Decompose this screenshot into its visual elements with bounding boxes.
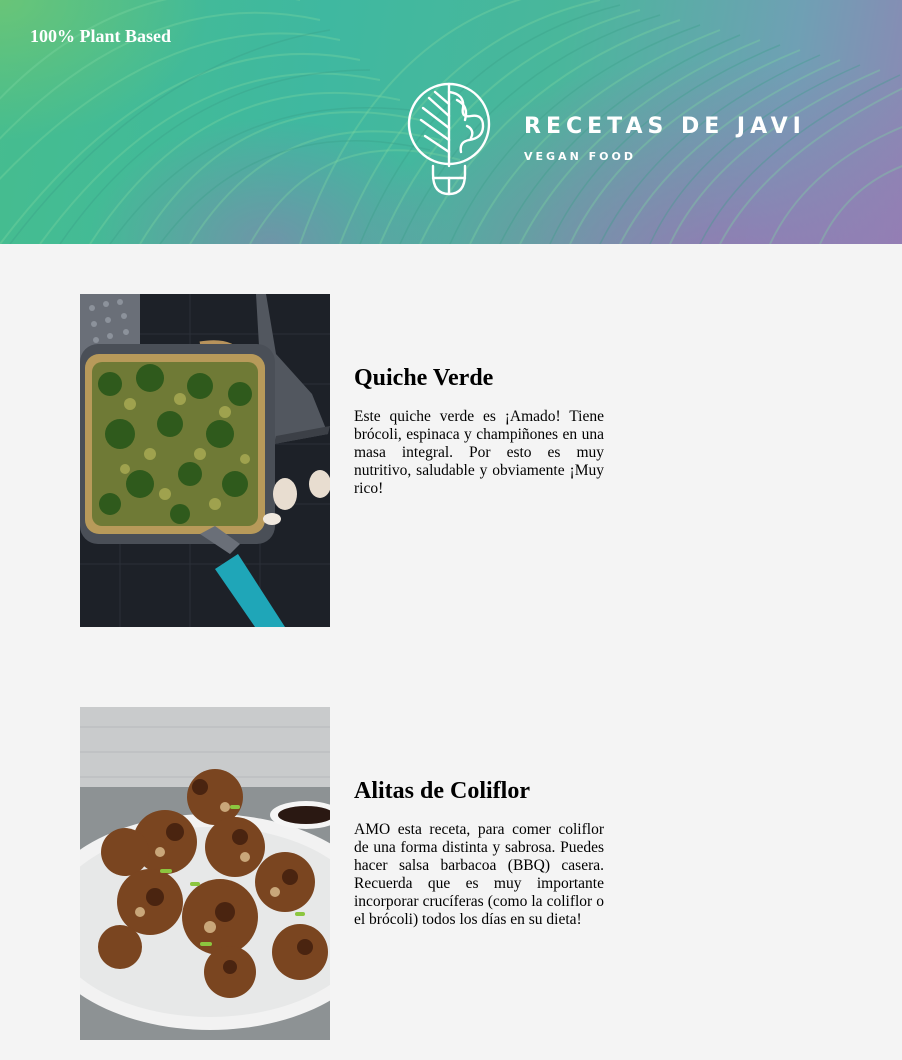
recipe-title[interactable]: Alitas de Coliflor xyxy=(354,777,604,805)
quiche-photo[interactable] xyxy=(80,294,330,627)
tagline: 100% Plant Based xyxy=(30,26,172,46)
recipe-description: AMO esta receta, para comer coliflor de … xyxy=(354,821,604,928)
recipe-description: Este quiche verde es ¡Amado! Tiene bróco… xyxy=(354,408,604,497)
site-header: 100% Plant Based RECETAS DE JAVI VEGAN F… xyxy=(0,0,902,244)
cauliflower-wings-photo[interactable] xyxy=(80,707,330,1040)
leaf-bowl-icon[interactable] xyxy=(405,82,495,198)
brand-title[interactable]: RECETAS DE JAVI xyxy=(524,114,806,139)
recipe-title[interactable]: Quiche Verde xyxy=(354,364,604,392)
recipe-text: Alitas de Coliflor AMO esta receta, para… xyxy=(354,777,604,929)
recipe-text: Quiche Verde Este quiche verde es ¡Amado… xyxy=(354,364,604,498)
brand-subtitle: VEGAN FOOD xyxy=(524,150,636,163)
